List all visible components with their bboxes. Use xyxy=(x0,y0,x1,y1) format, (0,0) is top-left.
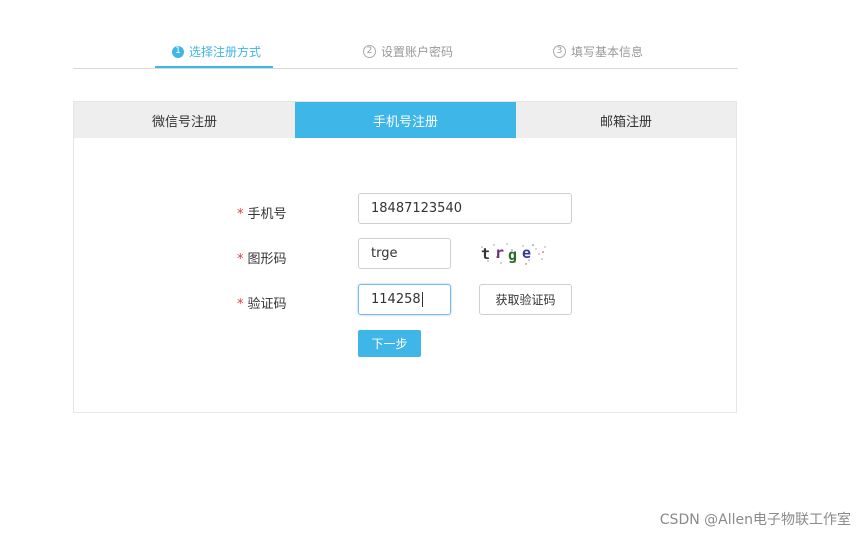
step-3: 3 填写基本信息 xyxy=(553,36,643,67)
step-1: 1 选择注册方式 xyxy=(172,36,261,67)
step-1-number-icon: 1 xyxy=(172,45,184,58)
captcha-char-2: r xyxy=(495,244,504,262)
phone-input-value: 18487123540 xyxy=(371,201,462,216)
required-mark: * xyxy=(237,207,244,222)
step-progress: 1 选择注册方式 2 设置账户密码 3 填写基本信息 xyxy=(73,36,738,69)
phone-label: * 手机号 xyxy=(237,203,287,222)
active-step-underline xyxy=(155,66,273,68)
captcha-char-1: t xyxy=(481,245,490,263)
captcha-input[interactable]: trge xyxy=(358,238,451,269)
captcha-label-text: 图形码 xyxy=(247,252,287,267)
next-step-button[interactable]: 下一步 xyxy=(358,330,421,357)
watermark: CSDN @Allen电子物联工作室 xyxy=(659,512,851,528)
step-3-number-icon: 3 xyxy=(553,45,566,58)
required-mark: * xyxy=(237,297,244,312)
registration-panel: 微信号注册 手机号注册 邮箱注册 * 手机号 18487123540 * 图形码 t… xyxy=(73,101,737,413)
registration-tabs: 微信号注册 手机号注册 邮箱注册 xyxy=(74,102,736,138)
required-mark: * xyxy=(237,252,244,267)
get-verification-code-button[interactable]: 获取验证码 xyxy=(479,284,572,315)
step-2: 2 设置账户密码 xyxy=(363,36,453,67)
captcha-char-4: e xyxy=(522,244,531,262)
step-3-label: 填写基本信息 xyxy=(571,45,644,59)
text-caret xyxy=(421,292,423,307)
captcha-char-3: g xyxy=(508,246,517,264)
verification-code-input[interactable]: 114258 xyxy=(358,284,451,315)
captcha-label: * 图形码 xyxy=(237,248,287,267)
tab-phone-register[interactable]: 手机号注册 xyxy=(295,102,516,138)
captcha-image[interactable]: t r g e xyxy=(479,241,549,267)
captcha-input-value: trge xyxy=(371,246,398,261)
tab-email-register[interactable]: 邮箱注册 xyxy=(516,102,736,138)
step-2-number-icon: 2 xyxy=(363,45,376,58)
phone-input[interactable]: 18487123540 xyxy=(358,193,572,224)
phone-label-text: 手机号 xyxy=(247,207,287,222)
verification-code-value: 114258 xyxy=(371,292,421,307)
step-1-label: 选择注册方式 xyxy=(189,45,262,59)
code-label-text: 验证码 xyxy=(247,297,287,312)
code-label: * 验证码 xyxy=(237,293,287,312)
step-2-label: 设置账户密码 xyxy=(381,45,454,59)
tab-wechat-register[interactable]: 微信号注册 xyxy=(74,102,295,138)
